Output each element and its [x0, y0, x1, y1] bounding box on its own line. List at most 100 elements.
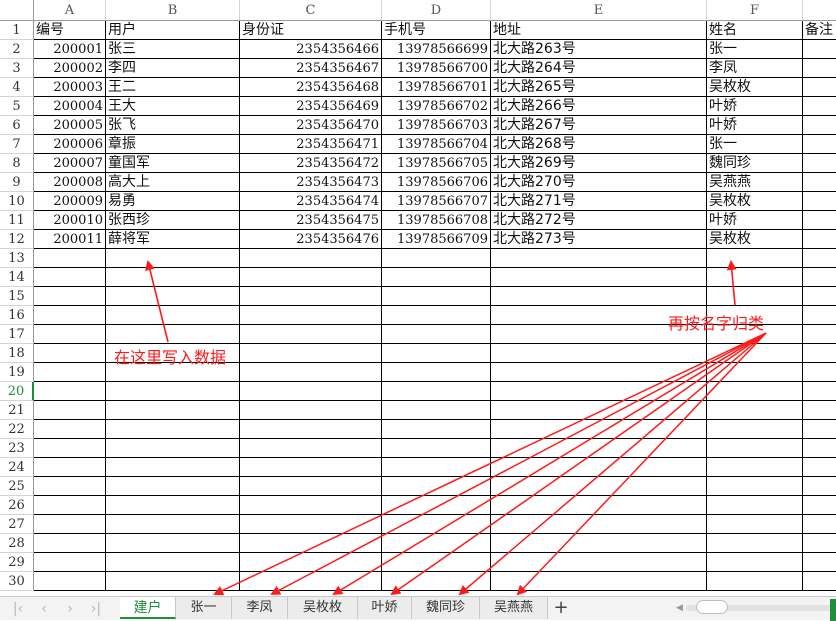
sheet-tab[interactable]: 建户 — [120, 597, 176, 619]
row-header[interactable]: 23 — [0, 439, 34, 458]
cell[interactable]: 200003 — [34, 78, 106, 97]
row-header[interactable]: 22 — [0, 420, 34, 439]
cell[interactable]: 200010 — [34, 211, 106, 230]
cell[interactable]: 北大路273号 — [491, 230, 707, 249]
cell[interactable]: 13978566705 — [382, 154, 491, 173]
cell[interactable] — [34, 534, 106, 553]
cell[interactable] — [240, 344, 382, 363]
cell[interactable] — [382, 534, 491, 553]
cell[interactable] — [240, 420, 382, 439]
cell[interactable]: 2354356470 — [240, 116, 382, 135]
cell[interactable] — [803, 40, 836, 59]
cell[interactable] — [106, 382, 240, 401]
cell[interactable] — [34, 287, 106, 306]
row-header[interactable]: 30 — [0, 572, 34, 591]
cell[interactable] — [34, 325, 106, 344]
cell[interactable] — [382, 458, 491, 477]
cell[interactable]: 200009 — [34, 192, 106, 211]
cell[interactable] — [803, 515, 836, 534]
row-header[interactable]: 16 — [0, 306, 34, 325]
cell[interactable] — [106, 458, 240, 477]
cell[interactable]: 北大路269号 — [491, 154, 707, 173]
row-header[interactable]: 5 — [0, 97, 34, 116]
cell[interactable]: 叶娇 — [707, 97, 803, 116]
cell[interactable]: 手机号 — [382, 21, 491, 40]
cell[interactable] — [382, 344, 491, 363]
cell[interactable]: 200001 — [34, 40, 106, 59]
cell[interactable]: 童国军 — [106, 154, 240, 173]
cell[interactable]: 2354356472 — [240, 154, 382, 173]
cell[interactable]: 叶娇 — [707, 116, 803, 135]
cell[interactable] — [240, 439, 382, 458]
cell[interactable] — [803, 458, 836, 477]
cell[interactable] — [240, 572, 382, 591]
row-header[interactable]: 3 — [0, 59, 34, 78]
cell[interactable] — [491, 496, 707, 515]
cell[interactable] — [34, 382, 106, 401]
cell[interactable]: 北大路271号 — [491, 192, 707, 211]
cell[interactable] — [707, 268, 803, 287]
cell[interactable] — [707, 439, 803, 458]
sheet-tab[interactable]: 李凤 — [232, 597, 288, 619]
cell[interactable]: 13978566701 — [382, 78, 491, 97]
next-sheet-icon[interactable]: › — [60, 599, 80, 619]
cell[interactable] — [382, 268, 491, 287]
cell[interactable] — [491, 268, 707, 287]
cell[interactable] — [240, 287, 382, 306]
cell[interactable] — [707, 572, 803, 591]
row-header[interactable]: 7 — [0, 135, 34, 154]
sheet-tab[interactable]: 吴燕燕 — [480, 597, 548, 619]
cell[interactable] — [491, 382, 707, 401]
row-header[interactable]: 20 — [0, 382, 34, 401]
row-header[interactable]: 26 — [0, 496, 34, 515]
cell[interactable]: 13978566703 — [382, 116, 491, 135]
cell[interactable]: 章振 — [106, 135, 240, 154]
cell[interactable] — [382, 382, 491, 401]
row-header[interactable]: 12 — [0, 230, 34, 249]
cell[interactable] — [707, 249, 803, 268]
cell[interactable]: 200006 — [34, 135, 106, 154]
cell[interactable] — [491, 553, 707, 572]
first-sheet-icon[interactable]: |‹ — [8, 599, 28, 619]
cell[interactable]: 北大路265号 — [491, 78, 707, 97]
sheet-tab[interactable]: 张一 — [176, 597, 232, 619]
cell[interactable] — [803, 363, 836, 382]
row-header[interactable]: 24 — [0, 458, 34, 477]
cell[interactable]: 2354356466 — [240, 40, 382, 59]
row-header[interactable]: 27 — [0, 515, 34, 534]
row-header[interactable]: 25 — [0, 477, 34, 496]
cell[interactable]: 北大路267号 — [491, 116, 707, 135]
cell[interactable]: 薛将军 — [106, 230, 240, 249]
cell[interactable] — [240, 477, 382, 496]
cell[interactable] — [382, 572, 491, 591]
cell[interactable] — [34, 477, 106, 496]
cell[interactable] — [803, 420, 836, 439]
cell[interactable] — [240, 306, 382, 325]
row-header[interactable]: 11 — [0, 211, 34, 230]
cell[interactable] — [34, 572, 106, 591]
cell[interactable] — [803, 249, 836, 268]
cell[interactable]: 2354356467 — [240, 59, 382, 78]
cell[interactable] — [382, 306, 491, 325]
cell[interactable] — [707, 363, 803, 382]
cell[interactable] — [803, 287, 836, 306]
column-header[interactable] — [803, 0, 836, 21]
cell[interactable] — [382, 420, 491, 439]
cell[interactable] — [382, 553, 491, 572]
cell[interactable]: 叶娇 — [707, 211, 803, 230]
cell[interactable] — [106, 477, 240, 496]
cell[interactable]: 张西珍 — [106, 211, 240, 230]
cell[interactable] — [803, 553, 836, 572]
cell[interactable] — [106, 401, 240, 420]
column-header[interactable]: A — [34, 0, 106, 21]
cell[interactable]: 2354356473 — [240, 173, 382, 192]
cell[interactable] — [240, 458, 382, 477]
cell[interactable] — [240, 382, 382, 401]
cell[interactable]: 2354356475 — [240, 211, 382, 230]
cell[interactable]: 张一 — [707, 40, 803, 59]
row-header[interactable]: 29 — [0, 553, 34, 572]
cell[interactable] — [106, 420, 240, 439]
cell[interactable] — [803, 477, 836, 496]
cell[interactable] — [240, 268, 382, 287]
row-header[interactable]: 6 — [0, 116, 34, 135]
